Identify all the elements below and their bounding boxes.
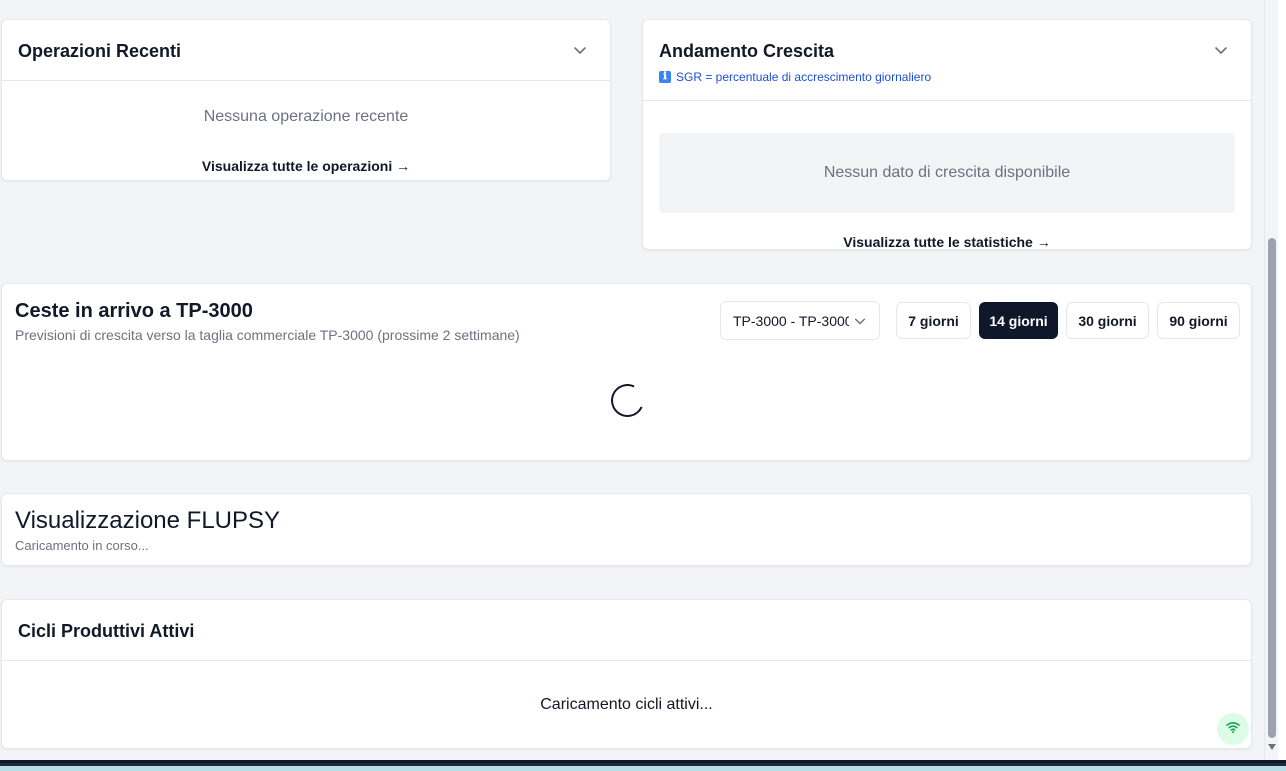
sgr-info-text: SGR = percentuale di accrescimento giorn… <box>676 70 932 84</box>
active-cycles-card: Cicli Produttivi Attivi Caricamento cicl… <box>1 599 1252 749</box>
growth-empty-state: Nessun dato di crescita disponibile <box>659 133 1235 213</box>
range-7-days-button[interactable]: 7 giorni <box>896 302 971 339</box>
active-cycles-loading-text: Caricamento cicli attivi... <box>540 696 713 713</box>
size-select[interactable]: TP-3000 - TP-3000 <box>720 301 880 340</box>
chevron-down-icon[interactable] <box>1213 42 1229 58</box>
size-select-value: TP-3000 - TP-3000 <box>733 312 849 329</box>
chevron-down-icon <box>853 314 867 331</box>
growth-trend-header[interactable]: Andamento Crescita ℹ SGR = percentuale d… <box>643 20 1251 101</box>
wifi-icon <box>1225 719 1241 740</box>
growth-trend-title: Andamento Crescita <box>659 41 835 61</box>
growth-trend-card: Andamento Crescita ℹ SGR = percentuale d… <box>642 19 1252 250</box>
sgr-info: ℹ SGR = percentuale di accrescimento gio… <box>659 70 931 84</box>
info-icon: ℹ <box>659 71 671 83</box>
flupsy-loading-text: Caricamento in corso... <box>15 538 149 553</box>
scrollbar-thumb[interactable] <box>1268 238 1276 738</box>
vertical-scrollbar[interactable] <box>1264 0 1278 760</box>
range-14-days-button[interactable]: 14 giorni <box>979 302 1058 339</box>
flupsy-title: Visualizzazione FLUPSY <box>15 507 281 534</box>
range-30-days-button[interactable]: 30 giorni <box>1066 302 1149 339</box>
recent-operations-card: Operazioni Recenti Nessuna operazione re… <box>1 19 611 181</box>
incoming-baskets-card: Ceste in arrivo a TP-3000 Previsioni di … <box>1 283 1252 461</box>
range-90-days-button[interactable]: 90 giorni <box>1157 302 1240 339</box>
scroll-down-arrow-icon[interactable] <box>1268 744 1276 750</box>
incoming-baskets-title: Ceste in arrivo a TP-3000 <box>15 300 253 322</box>
recent-operations-header[interactable]: Operazioni Recenti <box>2 20 610 81</box>
chevron-down-icon[interactable] <box>572 42 588 58</box>
incoming-baskets-subtitle: Previsioni di crescita verso la taglia c… <box>15 327 520 343</box>
window-frame-right <box>1278 0 1286 771</box>
connection-status-button[interactable] <box>1217 713 1249 745</box>
view-all-statistics-link[interactable]: Visualizza tutte le statistiche → <box>643 234 1251 250</box>
recent-operations-title: Operazioni Recenti <box>18 41 182 61</box>
flupsy-visualization-card: Visualizzazione FLUPSY Caricamento in co… <box>1 493 1252 566</box>
active-cycles-header: Cicli Produttivi Attivi <box>2 600 1251 661</box>
view-all-operations-link[interactable]: Visualizza tutte le operazioni → <box>2 158 610 174</box>
recent-operations-empty-text: Nessuna operazione recente <box>203 108 409 125</box>
loading-spinner <box>606 379 649 422</box>
active-cycles-title: Cicli Produttivi Attivi <box>18 621 195 641</box>
growth-empty-text: Nessun dato di crescita disponibile <box>823 164 1071 181</box>
taskbar-edge <box>0 766 1286 771</box>
